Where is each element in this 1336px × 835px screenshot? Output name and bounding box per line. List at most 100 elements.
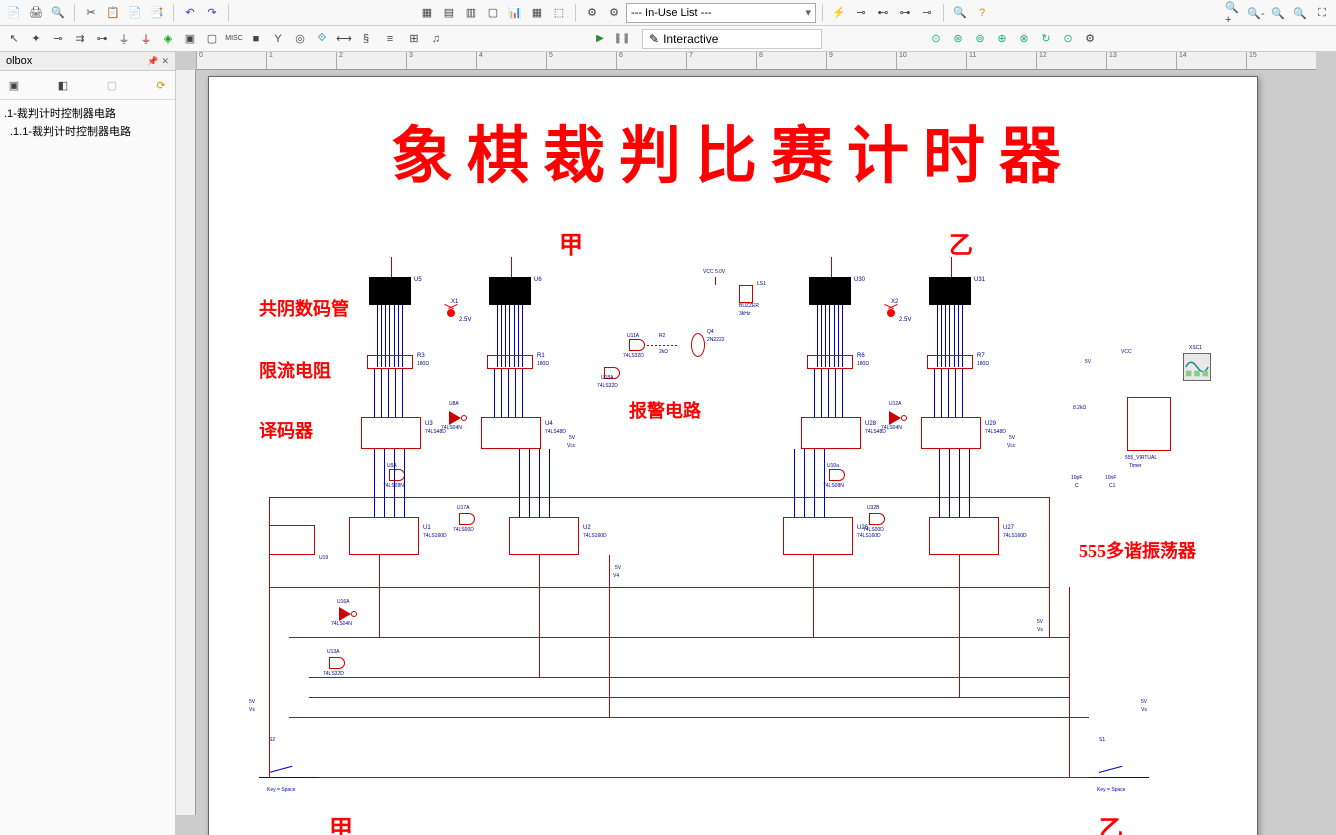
toolbox-icon1[interactable]: ▣ <box>4 75 24 95</box>
chart-icon[interactable]: 📊 <box>505 3 525 23</box>
tool1-icon[interactable]: ⬚ <box>549 3 569 23</box>
u6-label: U6 <box>534 277 542 283</box>
toolbox-refresh-icon[interactable]: ⟳ <box>151 75 171 95</box>
wire-u6-gnd <box>511 257 512 277</box>
counter-u1 <box>349 517 419 555</box>
u17a-type: 74LS00D <box>453 527 474 533</box>
tree-item-root[interactable]: .1-裁判计时控制器电路 <box>2 104 173 122</box>
port-icon[interactable]: ◈ <box>158 29 178 49</box>
print-icon[interactable]: 🖨 <box>26 3 46 23</box>
sim4-icon[interactable]: ⊕ <box>992 29 1012 49</box>
cut-icon[interactable]: ✂ <box>81 3 101 23</box>
bwire1 <box>374 369 375 417</box>
r7-val: 180Ω <box>977 361 989 367</box>
bwire16 <box>934 369 935 417</box>
junction-icon[interactable]: ✦ <box>26 29 46 49</box>
sim7-icon[interactable]: ⊙ <box>1058 29 1078 49</box>
wire-ctr1 <box>379 555 380 637</box>
u1-type: 74LS160D <box>423 533 447 539</box>
design-tree: .1-裁判计时控制器电路 .1.1-裁判计时控制器电路 <box>0 100 175 144</box>
u2-label: U2 <box>583 525 591 531</box>
tree-item-child[interactable]: .1.1-裁判计时控制器电路 <box>2 122 173 140</box>
grid1-icon[interactable]: ▦ <box>417 3 437 23</box>
paste-icon[interactable]: 📄 <box>125 3 145 23</box>
zoom-in-icon[interactable]: 🔍+ <box>1224 3 1244 23</box>
label-alarm: 报警电路 <box>629 397 701 423</box>
pause-button[interactable]: ❚❚ <box>612 29 632 49</box>
align-icon[interactable]: ≡ <box>380 29 400 49</box>
probe3-icon[interactable]: ⊷ <box>873 3 893 23</box>
zoom-out-icon[interactable]: 🔍- <box>1246 3 1266 23</box>
help-icon[interactable]: ? <box>972 3 992 23</box>
sheet2-icon[interactable]: ▢ <box>202 29 222 49</box>
probe2-icon[interactable]: ⊸ <box>851 3 871 23</box>
wire-right-v <box>1049 497 1050 637</box>
ruler-horizontal: 01234567 89101112131415 <box>196 52 1316 70</box>
c-val: 10pF <box>1071 475 1082 481</box>
probe5-icon[interactable]: ⊸ <box>917 3 937 23</box>
sim5-icon[interactable]: ⊗ <box>1014 29 1034 49</box>
wire-icon[interactable]: ⊸ <box>48 29 68 49</box>
schematic-canvas[interactable]: 01234567 89101112131415 象棋裁判比赛计时器 甲 乙 共阴… <box>176 52 1336 835</box>
ground-icon[interactable]: ⏚ <box>136 29 156 49</box>
part-icon[interactable]: ▣ <box>180 29 200 49</box>
main-area: olbox 📌 ✕ ▣ ◧ ▢ ⟳ .1-裁判计时控制器电路 .1.1-裁判计时… <box>0 52 1336 835</box>
run-button[interactable]: ▶ <box>590 29 610 49</box>
pointer-icon[interactable]: ↖ <box>4 29 24 49</box>
sim1-icon[interactable]: ⊙ <box>926 29 946 49</box>
undo-icon[interactable]: ↶ <box>180 3 200 23</box>
grid2-icon[interactable]: ▤ <box>439 3 459 23</box>
comp2-icon[interactable]: ⚙ <box>604 3 624 23</box>
toolbox-close-icon[interactable]: ✕ <box>161 56 169 66</box>
x2-label: X2 <box>891 299 898 305</box>
y-icon[interactable]: Y <box>268 29 288 49</box>
5v-vs-l: 5V <box>249 699 255 705</box>
sim6-icon[interactable]: ↻ <box>1036 29 1056 49</box>
netlabel-icon[interactable]: ⊶ <box>92 29 112 49</box>
zoom-all-icon[interactable]: 🔍 <box>1290 3 1310 23</box>
hier1-icon[interactable]: ⊞ <box>404 29 424 49</box>
sheet-icon[interactable]: ▢ <box>483 3 503 23</box>
redo-icon[interactable]: ↷ <box>202 3 222 23</box>
hier2-icon[interactable]: ♫ <box>426 29 446 49</box>
preview-icon[interactable]: 🔍 <box>48 3 68 23</box>
id-icon[interactable]: § <box>356 29 376 49</box>
clipboard-icon[interactable]: 📑 <box>147 3 167 23</box>
settings-icon[interactable]: ⚙ <box>1080 29 1100 49</box>
label-player-a-bottom: 甲 <box>329 809 353 835</box>
blackbox-icon[interactable]: ■ <box>246 29 266 49</box>
probe1-icon[interactable]: ⚡ <box>829 3 849 23</box>
sim3-icon[interactable]: ⊚ <box>970 29 990 49</box>
dim-icon[interactable]: ⟷ <box>334 29 354 49</box>
zoom-toolbar: 🔍+ 🔍- 🔍 🔍 ⛶ <box>1220 0 1336 26</box>
probe4-icon[interactable]: ⊶ <box>895 3 915 23</box>
sim-mode-box[interactable]: ✎ Interactive <box>642 29 822 49</box>
in-use-list-dropdown[interactable]: --- In-Use List --- <box>626 3 816 23</box>
pin-icon[interactable]: ⟐ <box>312 29 332 49</box>
fullscreen-icon[interactable]: ⛶ <box>1312 3 1332 23</box>
wire-left-v <box>269 497 270 777</box>
grid3-icon[interactable]: ▥ <box>461 3 481 23</box>
new-icon[interactable]: 📄 <box>4 3 24 23</box>
u4-label: U4 <box>545 421 553 427</box>
bwire2 <box>381 369 382 417</box>
copy-icon[interactable]: 📋 <box>103 3 123 23</box>
toolbox-icon2[interactable]: ◧ <box>53 75 73 95</box>
gate-u9a <box>389 469 405 481</box>
misc-icon[interactable]: MISC <box>224 29 244 49</box>
decoder-u28 <box>801 417 861 449</box>
zoom-fit-icon[interactable]: 🔍 <box>1268 3 1288 23</box>
power-icon[interactable]: ⏚ <box>114 29 134 49</box>
toolbox-pin-icon[interactable]: 📌 <box>147 56 158 66</box>
sim2-icon[interactable]: ⊛ <box>948 29 968 49</box>
u8a-label: U8A <box>449 401 459 407</box>
table-icon[interactable]: ▦ <box>527 3 547 23</box>
toolbox-icon3[interactable]: ▢ <box>102 75 122 95</box>
scope-icon[interactable]: ◎ <box>290 29 310 49</box>
search-icon[interactable]: 🔍 <box>950 3 970 23</box>
comp1-icon[interactable]: ⚙ <box>582 3 602 23</box>
wire-u5-gnd <box>391 257 392 277</box>
display-u6 <box>489 277 531 317</box>
bus-icon[interactable]: ⇉ <box>70 29 90 49</box>
resnet-r1 <box>487 355 533 369</box>
